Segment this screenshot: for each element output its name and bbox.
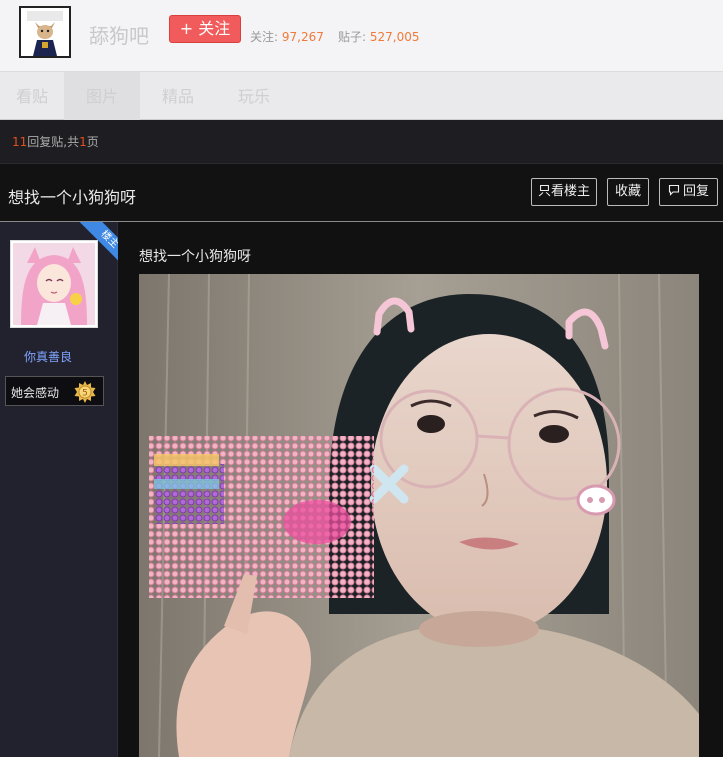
thread-title: 想找一个小狗狗呀 [8, 188, 137, 207]
level-badge-icon: 5 [74, 381, 96, 403]
favorite-button[interactable]: 收藏 [607, 178, 649, 206]
follow-button[interactable]: + 关注 [169, 15, 241, 43]
only-op-button[interactable]: 只看楼主 [531, 178, 597, 206]
forum-name[interactable]: 舔狗吧 [89, 20, 149, 49]
reply-count-bar: 11回复贴,共1页 [0, 120, 723, 164]
author-sidebar: 楼主 你真善良 她会感动 5 [0, 222, 118, 757]
followers-count: 97,267 [281, 30, 324, 44]
reply-count-text: 回复贴,共 [27, 135, 80, 149]
post-text: 想找一个小狗狗呀 [139, 249, 251, 265]
thread-titlebar: 想找一个小狗狗呀 只看楼主 收藏 回复 [0, 164, 723, 222]
tab-featured[interactable]: 精品 [140, 72, 216, 120]
tab-posts[interactable]: 看贴 [0, 72, 64, 120]
posts-count: 527,005 [369, 30, 420, 44]
author-username[interactable]: 你真善良 [0, 348, 96, 365]
tab-images[interactable]: 图片 [64, 72, 140, 120]
followers-stat: 关注: 97,267 [250, 28, 324, 45]
op-ribbon-label: 楼主 [78, 222, 118, 271]
badge-level: 5 [82, 389, 88, 399]
page-count-number: 1 [79, 135, 87, 149]
posts-label: 贴子: [338, 30, 367, 44]
forum-logo[interactable] [19, 6, 71, 58]
forum-tabs: 看贴 图片 精品 玩乐 [0, 72, 723, 120]
member-badge[interactable]: 她会感动 5 [5, 376, 104, 406]
reply-button[interactable]: 回复 [659, 178, 718, 206]
reply-button-label: 回复 [682, 184, 709, 199]
page-count-suffix: 页 [86, 135, 99, 149]
forum-header: 舔狗吧 + 关注 关注: 97,267 贴子: 527,005 [0, 0, 723, 72]
comment-icon [668, 184, 680, 196]
tab-fun[interactable]: 玩乐 [216, 72, 292, 120]
post-image[interactable] [139, 274, 699, 757]
post-body: 想找一个小狗狗呀 [119, 222, 723, 757]
reply-count-number: 11 [12, 135, 28, 149]
posts-stat: 贴子: 527,005 [338, 28, 420, 45]
followers-label: 关注: [250, 30, 279, 44]
op-ribbon: 楼主 [60, 222, 118, 280]
badge-text: 她会感动 [11, 386, 60, 400]
